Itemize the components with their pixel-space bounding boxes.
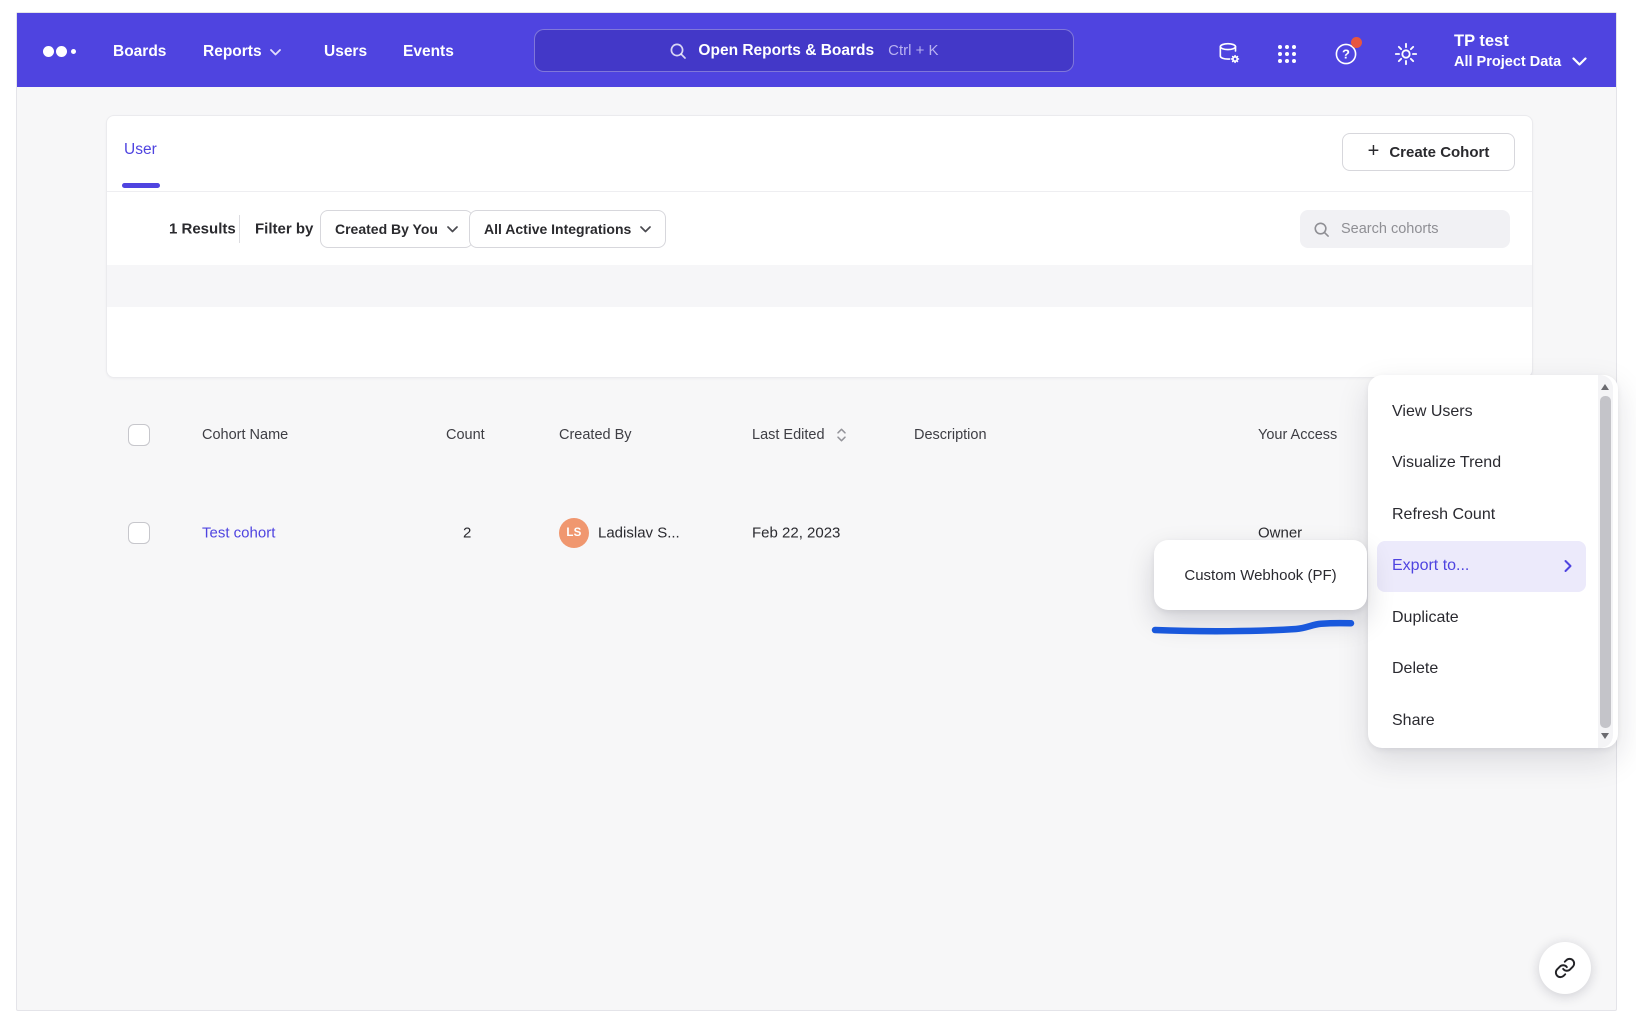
screenshot-root: Boards Reports Users Events Open Reports… [0,0,1636,1015]
context-menu-list: View Users Visualize Trend Refresh Count… [1368,386,1598,747]
created-by-filter[interactable]: Created By You [320,210,473,248]
menu-scrollbar[interactable] [1598,375,1613,748]
cohort-count: 2 [463,525,471,542]
copy-link-button[interactable] [1539,942,1591,994]
cohorts-card: User + Create Cohort 1 Results Filter by… [106,115,1533,378]
nav-users[interactable]: Users [324,43,367,61]
menu-item-export-to[interactable]: Export to... [1377,541,1586,593]
menu-item-visualize-trend[interactable]: Visualize Trend [1368,438,1598,490]
global-search-label: Open Reports & Boards [698,42,874,60]
avatar: LS [559,518,589,548]
integrations-filter[interactable]: All Active Integrations [469,210,666,248]
help-icon[interactable]: ? [1332,40,1360,68]
created-by-name: Ladislav S... [598,525,680,542]
chevron-down-icon [270,49,281,56]
plus-icon: + [1368,141,1380,161]
column-your-access: Your Access [1258,427,1337,443]
chevron-down-icon [640,226,651,233]
scroll-down-arrow[interactable] [1601,733,1609,739]
svg-text:?: ? [1342,47,1350,62]
apps-grid-icon[interactable] [1273,40,1301,68]
global-search-shortcut: Ctrl + K [888,42,938,59]
project-switcher[interactable]: TP test All Project Data [1454,31,1561,72]
menu-item-share[interactable]: Share [1368,695,1598,747]
menu-item-view-users[interactable]: View Users [1368,386,1598,438]
column-created-by: Created By [559,427,632,443]
column-last-edited: Last Edited [752,427,825,443]
chevron-down-icon[interactable] [1572,53,1587,71]
scrollbar-thumb[interactable] [1600,396,1611,728]
menu-item-delete[interactable]: Delete [1368,644,1598,696]
menu-item-refresh-count[interactable]: Refresh Count [1368,489,1598,541]
mixpanel-logo[interactable] [43,46,76,57]
cohort-search-input[interactable] [1339,220,1497,238]
settings-gear-icon[interactable] [1392,40,1420,68]
column-cohort-name: Cohort Name [202,427,288,443]
scroll-up-arrow[interactable] [1601,384,1609,390]
select-all-checkbox[interactable] [128,424,150,446]
row-checkbox[interactable] [128,522,150,544]
chevron-down-icon [447,226,458,233]
database-gear-icon[interactable] [1215,40,1243,68]
notification-badge [1351,37,1362,48]
export-submenu[interactable]: Custom Webhook (PF) [1154,540,1367,610]
chevron-right-icon [1564,560,1572,573]
logo-dot [43,46,54,57]
tab-user[interactable]: User [124,141,157,159]
top-navbar: Boards Reports Users Events Open Reports… [17,13,1616,87]
tabbar-divider [107,191,1532,192]
project-scope: All Project Data [1454,52,1561,72]
sort-updown-icon[interactable] [836,428,847,443]
nav-events[interactable]: Events [403,43,454,61]
access-cell: Owner [1258,525,1302,542]
active-tab-indicator [122,183,160,188]
menu-item-duplicate[interactable]: Duplicate [1368,592,1598,644]
column-count: Count [446,427,485,443]
column-description: Description [914,427,987,443]
filter-by-label: Filter by [255,221,313,238]
logo-dot [56,46,67,57]
toolbar-divider [239,215,240,243]
create-cohort-button[interactable]: + Create Cohort [1342,133,1515,171]
search-icon [669,42,687,60]
global-search-bar[interactable]: Open Reports & Boards Ctrl + K [534,29,1074,72]
submenu-item-custom-webhook[interactable]: Custom Webhook (PF) [1184,567,1336,584]
cohort-search-box [1300,210,1510,248]
logo-dot [71,49,76,54]
table-header-row: Cohort Name Count Created By Last Edited… [107,265,1532,307]
last-edited-date: Feb 22, 2023 [752,525,840,542]
table-row: Test cohort 2 LS Ladislav S... Feb 22, 2… [107,307,1532,377]
cohort-name-link[interactable]: Test cohort [202,525,275,542]
results-count: 1 Results [169,221,236,238]
project-name: TP test [1454,31,1561,52]
search-icon [1313,221,1330,238]
nav-reports[interactable]: Reports [203,43,281,61]
nav-boards[interactable]: Boards [113,43,166,61]
row-context-menu: View Users Visualize Trend Refresh Count… [1368,375,1618,748]
link-icon [1554,957,1576,979]
